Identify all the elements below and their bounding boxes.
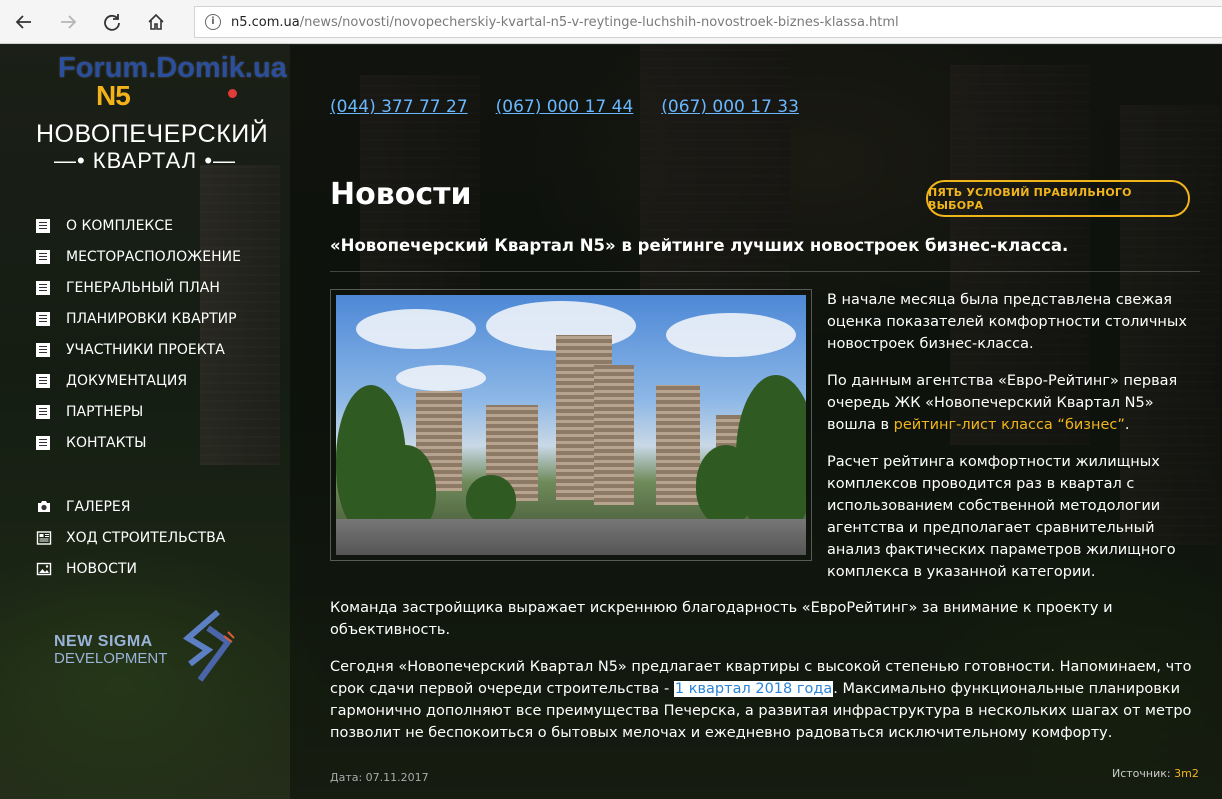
newspaper-icon [36,530,52,545]
divider [330,271,1200,272]
reload-icon [104,13,120,31]
menu-item-label: ГАЛЕРЕЯ [66,498,131,515]
list-icon [36,218,50,233]
url-host: n5.com.ua [231,14,300,30]
page-title: Новости [330,177,472,212]
url-path: /news/novosti/novopecherskiy-kvartal-n5-… [299,14,899,30]
menu-item-label: ХОД СТРОИТЕЛЬСТВА [66,529,226,546]
arrow-right-icon [61,14,77,29]
rating-list-link[interactable]: рейтинг-лист класса “бизнес” [894,417,1125,433]
developer-subtitle: DEVELOPMENT [54,650,168,667]
menu-item-master-plan[interactable]: ГЕНЕРАЛЬНЫЙ ПЛАН [36,272,241,303]
logo-subtitle[interactable]: —• КВАРТАЛ •— [36,148,254,174]
article-paragraph: По данным агентства «Евро-Рейтинг» перва… [827,373,1178,433]
arrow-left-icon [15,14,31,29]
menu-item-documents[interactable]: ДОКУМЕНТАЦИЯ [36,365,241,396]
menu-item-label: ПАРТНЕРЫ [66,403,144,420]
list-icon [36,435,50,450]
home-icon [148,13,164,30]
five-conditions-button[interactable]: ПЯТЬ УСЛОВИЙ ПРАВИЛЬНОГО ВЫБОРА [926,180,1190,217]
menu-item-layouts[interactable]: ПЛАНИРОВКИ КВАРТИР [36,303,241,334]
secondary-menu: ГАЛЕРЕЯ ХОД СТРОИТЕЛЬСТВА НОВОСТИ [36,491,225,584]
home-button[interactable] [134,0,178,44]
menu-item-partners[interactable]: ПАРТНЕРЫ [36,396,241,427]
article-intro: В начале месяца была представлена свежая… [827,289,1207,598]
phone-link[interactable]: (067) 000 17 44 [496,97,634,117]
menu-item-construction[interactable]: ХОД СТРОИТЕЛЬСТВА [36,522,225,553]
back-button[interactable] [2,0,46,44]
camera-icon [38,500,50,512]
source-link[interactable]: 3m2 [1174,767,1199,780]
list-icon [36,249,50,264]
menu-item-participants[interactable]: УЧАСТНИКИ ПРОЕКТА [36,334,241,365]
forum-watermark: Forum.Domik.ua [58,52,287,84]
menu-item-label: ДОКУМЕНТАЦИЯ [66,372,188,389]
article-photo[interactable] [330,289,812,561]
list-icon [36,404,50,419]
menu-item-label: КОНТАКТЫ [66,434,147,451]
list-icon [36,311,50,326]
menu-item-about[interactable]: О КОМПЛЕКСЕ [36,210,241,241]
article-headline: «Новопечерский Квартал N5» в рейтинге лу… [330,236,1069,255]
address-bar[interactable]: i n5.com.ua/news/novosti/novopecherskiy-… [194,6,1222,38]
phone-link[interactable]: (044) 377 77 27 [330,97,468,117]
menu-item-gallery[interactable]: ГАЛЕРЕЯ [36,491,225,522]
developer-logo-icon[interactable] [178,608,240,684]
publish-date: Дата: 07.11.2017 [330,771,429,784]
main-menu: О КОМПЛЕКСЕ МЕСТОРАСПОЛОЖЕНИЕ ГЕНЕРАЛЬНЫ… [36,210,241,458]
browser-toolbar: i n5.com.ua/news/novosti/novopecherskiy-… [0,0,1222,44]
menu-item-label: ПЛАНИРОВКИ КВАРТИР [66,310,237,327]
article-paragraph: В начале месяца была представлена свежая… [827,292,1187,352]
menu-item-contacts[interactable]: КОНТАКТЫ [36,427,241,458]
picture-icon [36,562,52,575]
article-body: Команда застройщика выражает искреннюю б… [330,597,1200,759]
info-icon[interactable]: i [205,14,221,30]
menu-item-label: ГЕНЕРАЛЬНЫЙ ПЛАН [66,279,220,296]
logo-title[interactable]: НОВОПЕЧЕРСКИЙ [36,120,268,149]
developer-name: NEW SIGMA [54,633,153,650]
reload-button[interactable] [90,0,134,44]
residential-complex-image [336,295,806,555]
list-icon [36,373,50,388]
menu-item-location[interactable]: МЕСТОРАСПОЛОЖЕНИЕ [36,241,241,272]
menu-item-label: УЧАСТНИКИ ПРОЕКТА [66,341,225,358]
menu-item-news[interactable]: НОВОСТИ [36,553,225,584]
selected-text[interactable]: 1 квартал 2018 года [673,681,834,697]
article-paragraph: Команда застройщика выражает искреннюю б… [330,600,1113,638]
list-icon [36,342,50,357]
list-icon [36,280,50,295]
phone-list: (044) 377 77 27 (067) 000 17 44 (067) 00… [330,97,799,117]
menu-item-label: О КОМПЛЕКСЕ [66,217,173,234]
phone-link[interactable]: (067) 000 17 33 [661,97,799,117]
menu-item-label: МЕСТОРАСПОЛОЖЕНИЕ [66,248,241,265]
source-credit: Источник: 3m2 [1112,767,1199,780]
article-paragraph: Расчет рейтинга комфортности жилищных ко… [827,454,1176,580]
logo-dot [228,89,237,98]
menu-item-label: НОВОСТИ [66,560,137,577]
article-paragraph: Сегодня «Новопечерский Квартал N5» предл… [330,659,1192,741]
brand-mark[interactable]: N5 [96,80,131,112]
forward-button[interactable] [46,0,90,44]
